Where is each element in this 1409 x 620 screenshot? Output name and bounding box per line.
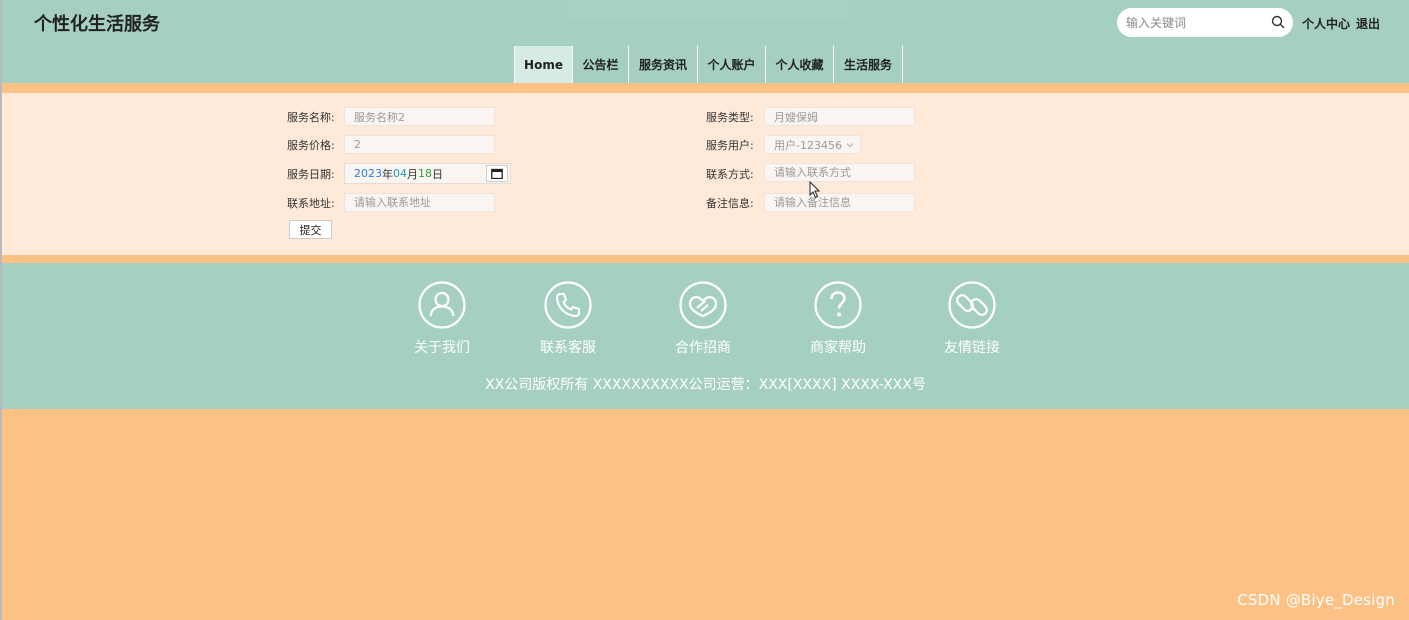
remark-label: 备注信息:	[706, 197, 754, 210]
chevron-down-icon	[846, 142, 854, 147]
footer-link-support[interactable]: 联系客服	[536, 281, 600, 357]
phone-icon	[544, 281, 592, 329]
footer-link-help[interactable]: 商家帮助	[806, 281, 870, 357]
nav-item-notice[interactable]: 公告栏	[573, 46, 629, 83]
address-label: 联系地址:	[287, 197, 335, 210]
address-field[interactable]	[344, 193, 495, 212]
service-type-label: 服务类型:	[706, 111, 754, 124]
user-icon	[418, 281, 466, 329]
handshake-icon	[679, 281, 727, 329]
watermark: CSDN @Biye_Design	[1237, 591, 1395, 609]
service-user-value: 用户-123456	[774, 138, 842, 152]
nav-item-favorites[interactable]: 个人收藏	[766, 46, 834, 83]
footer-link-partner[interactable]: 合作招商	[671, 281, 735, 357]
footer-link-friends-label: 友情链接	[944, 340, 1000, 356]
footer-link-friends[interactable]: 友情链接	[940, 281, 1004, 357]
date-day[interactable]: 18	[418, 167, 432, 180]
service-form: 服务名称: 服务类型: 服务价格: 服务用户: 用户-123456 服务日期: …	[2, 93, 1409, 255]
footer-link-support-label: 联系客服	[540, 340, 596, 356]
service-date-label: 服务日期:	[287, 168, 335, 181]
submit-button[interactable]: 提交	[289, 220, 332, 239]
link-icon	[948, 281, 996, 329]
footer-link-about[interactable]: 关于我们	[410, 281, 474, 357]
footer-link-partner-label: 合作招商	[675, 340, 731, 356]
service-name-label: 服务名称:	[287, 111, 335, 124]
nav-item-news[interactable]: 服务资讯	[629, 46, 698, 83]
calendar-icon[interactable]	[486, 165, 508, 182]
service-price-field[interactable]	[344, 135, 495, 154]
main-nav: Home 公告栏 服务资讯 个人账户 个人收藏 生活服务	[514, 46, 903, 83]
footer-link-about-label: 关于我们	[414, 340, 470, 356]
footer-link-help-label: 商家帮助	[810, 340, 866, 356]
contact-field[interactable]	[764, 163, 915, 182]
header: 个性化生活服务 个人中心 退出 Home 公告栏 服务资讯 个人账户 个人收藏 …	[2, 0, 1409, 83]
search-input[interactable]	[1126, 14, 1266, 32]
remark-field[interactable]	[764, 193, 915, 212]
user-center-link[interactable]: 个人中心	[1302, 15, 1350, 32]
service-date-field[interactable]: 2023 年 04 月 18 日	[344, 163, 511, 184]
search-icon[interactable]	[1271, 15, 1285, 29]
service-name-field[interactable]	[344, 107, 495, 126]
date-month-unit: 月	[407, 167, 418, 181]
site-title: 个性化生活服务	[34, 14, 160, 35]
footer: 关于我们 联系客服 合作招商 商家帮助 友情链接 XX公司版权所有 XXXXXX…	[2, 263, 1409, 409]
logout-link[interactable]: 退出	[1356, 15, 1380, 32]
service-price-label: 服务价格:	[287, 139, 335, 152]
header-ghost-strip	[567, 0, 849, 18]
mouse-cursor-icon	[809, 181, 821, 199]
contact-label: 联系方式:	[706, 168, 754, 181]
service-type-field[interactable]	[764, 107, 915, 126]
service-user-label: 服务用户:	[706, 139, 754, 152]
nav-item-account[interactable]: 个人账户	[698, 46, 766, 83]
copyright-text: XX公司版权所有 XXXXXXXXXX公司运营：XXX[XXXX] XXXX-X…	[485, 377, 926, 393]
date-year[interactable]: 2023	[354, 167, 382, 180]
date-month[interactable]: 04	[393, 167, 407, 180]
nav-item-life-service[interactable]: 生活服务	[834, 46, 903, 83]
service-user-select[interactable]: 用户-123456	[764, 135, 861, 154]
question-icon	[814, 281, 862, 329]
date-year-unit: 年	[382, 167, 393, 181]
nav-item-home[interactable]: Home	[515, 46, 573, 83]
date-day-unit: 日	[432, 167, 443, 181]
search-box[interactable]	[1117, 8, 1293, 37]
